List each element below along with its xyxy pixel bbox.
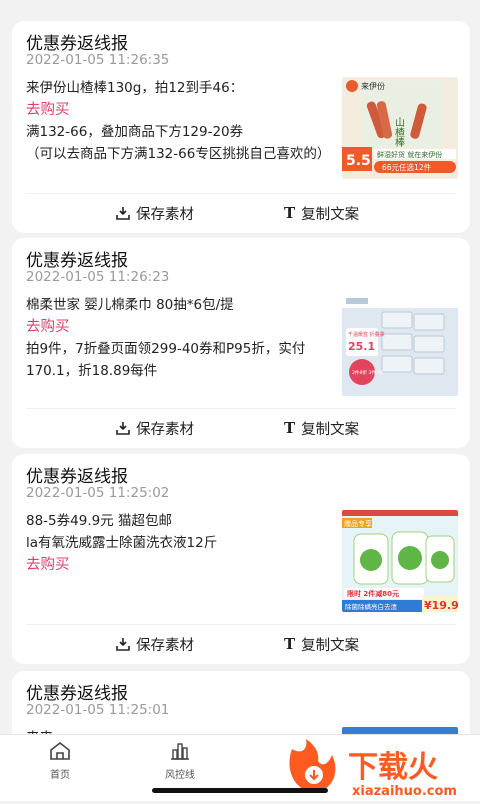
- thumb-badge: 2件8折 3件7折: [352, 369, 384, 376]
- post-actions: 保存素材 T 复制文案: [12, 408, 470, 448]
- post-title: 优惠券返线报: [26, 684, 128, 704]
- post-card: 优惠券返线报 2022-01-05 11:26:35 来伊份山楂棒130g，拍1…: [12, 21, 470, 233]
- watermark-url: xiazaihuo.com: [352, 784, 457, 799]
- text-icon: T: [284, 204, 296, 222]
- download-icon: [116, 206, 130, 220]
- post-text: 拍9件，7折叠页面领299-40券和P95折，实付170.1，折18.89每件: [26, 341, 306, 379]
- thumb-price: ¥19.9: [424, 599, 458, 612]
- post-card: 优惠券返线报 2022-01-05 11:25:01 来来: [12, 671, 470, 734]
- buy-link[interactable]: 去购买: [26, 316, 336, 338]
- post-actions: 保存素材 T 复制文案: [12, 624, 470, 664]
- save-material-label: 保存素材: [136, 637, 194, 654]
- post-body: 88-5券49.9元 猫超包邮 la有氧洗威露士除菌洗衣液12斤 去购买: [26, 510, 336, 576]
- thumb-banner: 鲜湿好货 就在来伊份: [377, 150, 442, 159]
- tab-risk-line[interactable]: 风控线: [140, 741, 220, 781]
- thumb-promo: 限时 2件减80元: [347, 589, 399, 598]
- tab-home-label: 首页: [50, 770, 70, 781]
- post-card: 优惠券返线报 2022-01-05 11:25:02 88-5券49.9元 猫超…: [12, 454, 470, 664]
- copy-text-label: 复制文案: [301, 206, 360, 223]
- post-text: 满132-66，叠加商品下方129-20券: [26, 124, 244, 140]
- post-time: 2022-01-05 11:26:35: [26, 52, 170, 68]
- buy-link[interactable]: 去购买: [26, 554, 336, 576]
- post-text: 棉柔世家 婴儿棉柔巾 80抽*6包/提: [26, 297, 234, 313]
- tab-risk-line-label: 风控线: [165, 770, 195, 781]
- thumb-strip: 除菌除螨亮白去渍: [345, 602, 398, 611]
- product-image[interactable]: 爆品专享 限时 2件减80元 除菌除螨亮白去渍 ¥19.9: [342, 510, 458, 612]
- post-body: 棉柔世家 婴儿棉柔巾 80抽*6包/提 去购买 拍9件，7折叠页面领299-40…: [26, 294, 336, 382]
- post-title: 优惠券返线报: [26, 34, 128, 54]
- thumb-tag: 爆品专享: [344, 519, 372, 528]
- thumb-price: 5.5: [346, 153, 371, 169]
- save-material-label: 保存素材: [136, 421, 194, 438]
- post-body: 来来: [26, 727, 336, 734]
- thumb-product: 山楂棒: [393, 117, 405, 148]
- post-title: 优惠券返线报: [26, 467, 128, 487]
- post-card: 优惠券返线报 2022-01-05 11:26:23 棉柔世家 婴儿棉柔巾 80…: [12, 238, 470, 448]
- post-title: 优惠券返线报: [26, 251, 128, 271]
- thumb-promo: 66元任选12件: [382, 162, 432, 172]
- copy-text-button[interactable]: T 复制文案: [284, 193, 359, 233]
- post-text: （可以去商品下方满132-66专区挑挑自己喜欢的）: [26, 146, 331, 162]
- copy-text-label: 复制文案: [301, 421, 360, 438]
- post-time: 2022-01-05 11:25:01: [26, 702, 170, 718]
- post-text: 来伊份山楂棒130g，拍12到手46：: [26, 80, 244, 96]
- watermark-title: 下载火: [348, 750, 438, 785]
- post-feed[interactable]: 优惠券返线报 2022-01-05 11:26:35 来伊份山楂棒130g，拍1…: [0, 0, 480, 734]
- product-image[interactable]: 千温暖盒 折叠柔 25.1 2件8折 3件7折: [342, 294, 458, 396]
- thumb-promo: 千温暖盒 折叠柔: [348, 331, 385, 338]
- post-text: 88-5券49.9元 猫超包邮: [26, 513, 172, 529]
- copy-text-label: 复制文案: [301, 637, 360, 654]
- save-material-label: 保存素材: [136, 206, 194, 223]
- text-icon: T: [284, 635, 296, 653]
- home-icon: [20, 741, 100, 764]
- post-time: 2022-01-05 11:26:23: [26, 269, 170, 285]
- thumb-price: 25.1: [348, 340, 375, 353]
- post-text: 来来: [26, 727, 336, 734]
- text-icon: T: [284, 419, 296, 437]
- home-indicator[interactable]: [152, 788, 328, 793]
- post-actions: 保存素材 T 复制文案: [12, 193, 470, 233]
- post-text: la有氧洗威露士除菌洗衣液12斤: [26, 535, 218, 551]
- copy-text-button[interactable]: T 复制文案: [284, 408, 359, 448]
- download-icon: [116, 421, 130, 435]
- thumb-brand: 来伊份: [361, 81, 385, 91]
- save-material-button[interactable]: 保存素材: [116, 624, 194, 664]
- post-time: 2022-01-05 11:25:02: [26, 485, 170, 501]
- product-image[interactable]: [342, 727, 458, 734]
- product-image[interactable]: 来伊份 山楂棒 5.5 鲜湿好货 就在来伊份 66元任选12件: [342, 77, 458, 179]
- save-material-button[interactable]: 保存素材: [116, 408, 194, 448]
- copy-text-button[interactable]: T 复制文案: [284, 624, 359, 664]
- bar-chart-icon: [140, 741, 220, 764]
- buy-link[interactable]: 去购买: [26, 99, 336, 121]
- tab-home[interactable]: 首页: [20, 741, 100, 781]
- download-icon: [116, 637, 130, 651]
- post-body: 来伊份山楂棒130g，拍12到手46： 去购买 满132-66，叠加商品下方12…: [26, 77, 336, 165]
- save-material-button[interactable]: 保存素材: [116, 193, 194, 233]
